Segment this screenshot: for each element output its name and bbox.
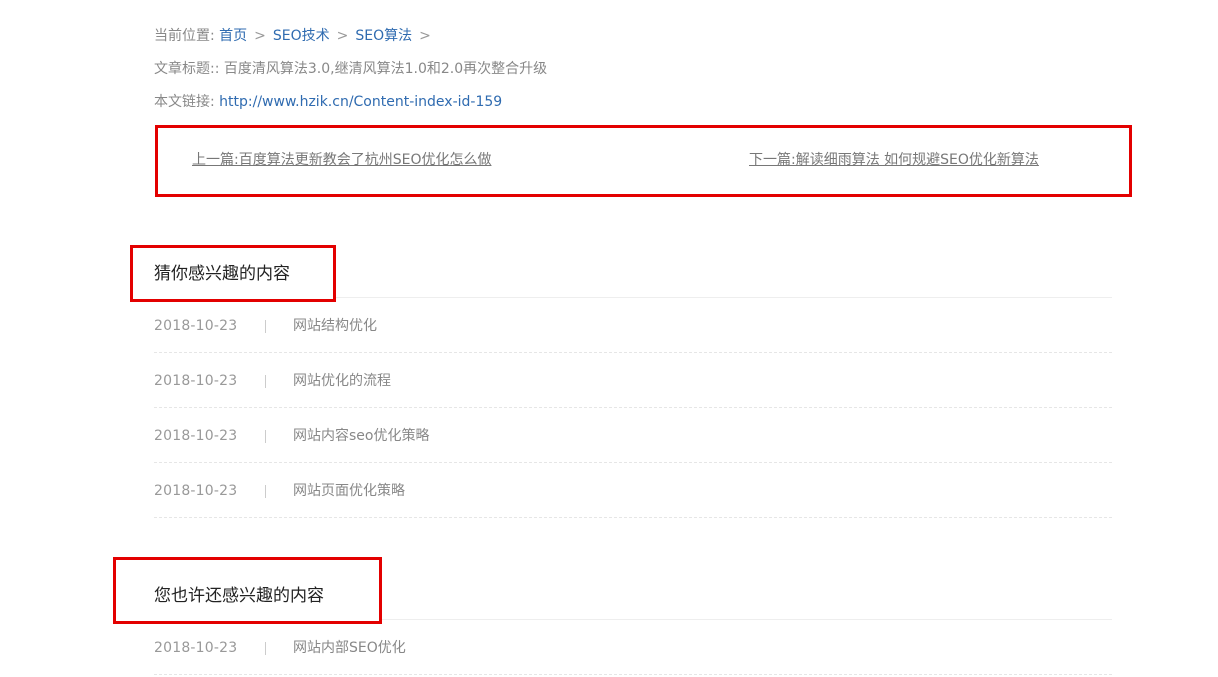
prev-next-navigation: 上一篇:百度算法更新教会了杭州SEO优化怎么做 下一篇:解读细雨算法 如何规避S… <box>155 125 1132 197</box>
article-permalink[interactable]: http://www.hzik.cn/Content-index-id-159 <box>219 94 502 110</box>
breadcrumb-separator: > <box>419 28 431 44</box>
breadcrumb-home-link[interactable]: 首页 <box>219 28 247 44</box>
more-article-link[interactable]: 网站内部SEO优化 <box>293 638 406 658</box>
related-article-link[interactable]: 网站内容seo优化策略 <box>293 426 429 446</box>
divider-bar <box>265 375 266 388</box>
list-item: 2018-10-23 网站优化的流程 <box>154 353 1112 408</box>
more-section-heading: 您也许还感兴趣的内容 <box>154 586 324 606</box>
article-title: 百度清风算法3.0,继清风算法1.0和2.0再次整合升级 <box>223 61 548 77</box>
article-link-label: 本文链接: <box>154 94 215 110</box>
article-footer-page: 当前位置: 首页 > SEO技术 > SEO算法 > 文章标题:: 百度清风算法3.0,继… <box>0 0 1218 677</box>
breadcrumb-seo-tech-link[interactable]: SEO技术 <box>273 28 330 44</box>
next-article-link[interactable]: 下一篇:解读细雨算法 如何规避SEO优化新算法 <box>749 150 1039 170</box>
divider-bar <box>265 430 266 443</box>
article-date: 2018-10-23 <box>154 428 238 444</box>
article-title-line: 文章标题:: 百度清风算法3.0,继清风算法1.0和2.0再次整合升级 <box>154 59 547 79</box>
breadcrumb: 当前位置: 首页 > SEO技术 > SEO算法 > <box>154 26 431 46</box>
more-section-heading-box: 您也许还感兴趣的内容 <box>113 557 382 624</box>
related-article-link[interactable]: 网站优化的流程 <box>293 371 391 391</box>
article-link-line: 本文链接: http://www.hzik.cn/Content-index-i… <box>154 92 502 112</box>
divider-bar <box>265 320 266 333</box>
list-item: 2018-10-23 网站结构优化 <box>154 298 1112 353</box>
more-articles-list: 2018-10-23 网站内部SEO优化 <box>154 620 1112 675</box>
list-item: 2018-10-23 网站内容seo优化策略 <box>154 408 1112 463</box>
article-date: 2018-10-23 <box>154 318 238 334</box>
article-date: 2018-10-23 <box>154 373 238 389</box>
breadcrumb-separator: > <box>336 28 349 44</box>
related-section-heading-box: 猜你感兴趣的内容 <box>130 245 336 302</box>
list-item: 2018-10-23 网站页面优化策略 <box>154 463 1112 518</box>
divider-bar <box>265 642 266 655</box>
article-title-label: 文章标题:: <box>154 61 220 77</box>
divider-bar <box>265 485 266 498</box>
related-articles-list: 2018-10-23 网站结构优化 2018-10-23 网站优化的流程 201… <box>154 298 1112 518</box>
related-section-heading: 猜你感兴趣的内容 <box>154 264 290 284</box>
article-date: 2018-10-23 <box>154 483 238 499</box>
list-item: 2018-10-23 网站内部SEO优化 <box>154 620 1112 675</box>
previous-article-link[interactable]: 上一篇:百度算法更新教会了杭州SEO优化怎么做 <box>192 150 491 170</box>
breadcrumb-label: 当前位置: <box>154 28 215 44</box>
breadcrumb-seo-algorithm-link[interactable]: SEO算法 <box>355 28 412 44</box>
breadcrumb-separator: > <box>254 28 266 44</box>
related-article-link[interactable]: 网站结构优化 <box>293 316 377 336</box>
related-article-link[interactable]: 网站页面优化策略 <box>293 481 405 501</box>
article-date: 2018-10-23 <box>154 640 238 656</box>
